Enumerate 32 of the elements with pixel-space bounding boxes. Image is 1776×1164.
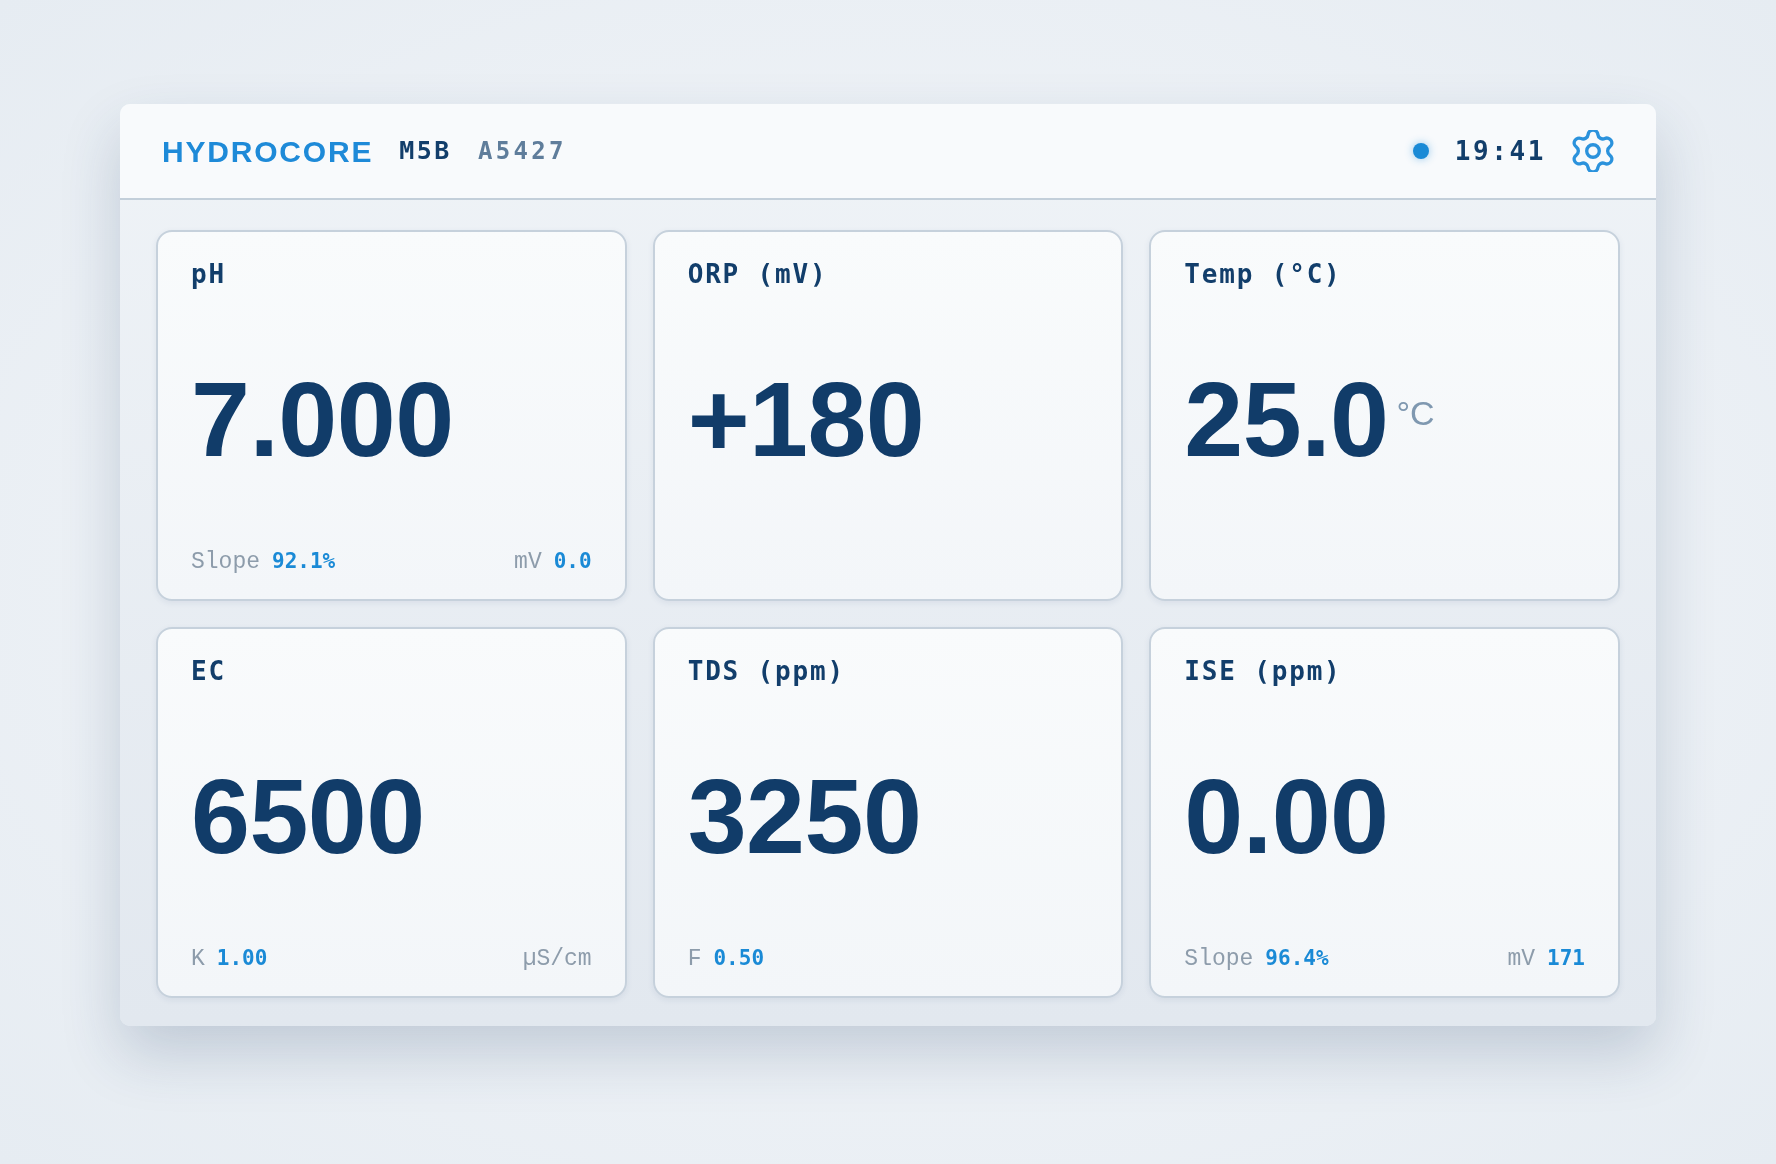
footer-value: 171 [1547,944,1585,972]
settings-button[interactable] [1572,130,1614,172]
serial-number: A5427 [477,136,567,167]
reading-value: +180 [687,365,925,472]
clock-time: 19:41 [1454,134,1546,168]
reading-value: 6500 [191,762,425,869]
reading-value: 0.00 [1184,762,1389,869]
card-title: ISE (ppm) [1184,655,1342,687]
reading-value: 3250 [687,762,922,869]
settings-icon [1572,130,1614,172]
reading-value: 7.000 [191,365,454,472]
card-title: TDS (ppm) [687,655,845,687]
card-title: pH [191,258,226,290]
footer-label: mV [514,547,542,577]
footer-label: K [191,944,205,974]
footer-value: 1.00 [216,944,268,972]
footer-label: Slope [1184,944,1254,974]
card-title: ORP (mV) [687,258,828,290]
footer-value: 96.4% [1265,944,1329,972]
footer-label: mV [1507,944,1536,974]
model-name: M5B [399,135,452,168]
footer-value: 0.0 [553,547,592,575]
footer-label: Slope [191,547,260,577]
card-title: Temp (°C) [1184,258,1342,290]
footer-label: µS/cm [522,944,592,974]
footer-label: F [687,944,702,974]
footer-value: 0.50 [713,944,765,972]
footer-value: 92.1% [272,547,336,575]
reading-unit: °C [1396,395,1435,430]
card-title: EC [191,655,226,687]
reading-value: 25.0 [1184,365,1389,472]
brand-name: HYDROCORE [162,133,374,170]
